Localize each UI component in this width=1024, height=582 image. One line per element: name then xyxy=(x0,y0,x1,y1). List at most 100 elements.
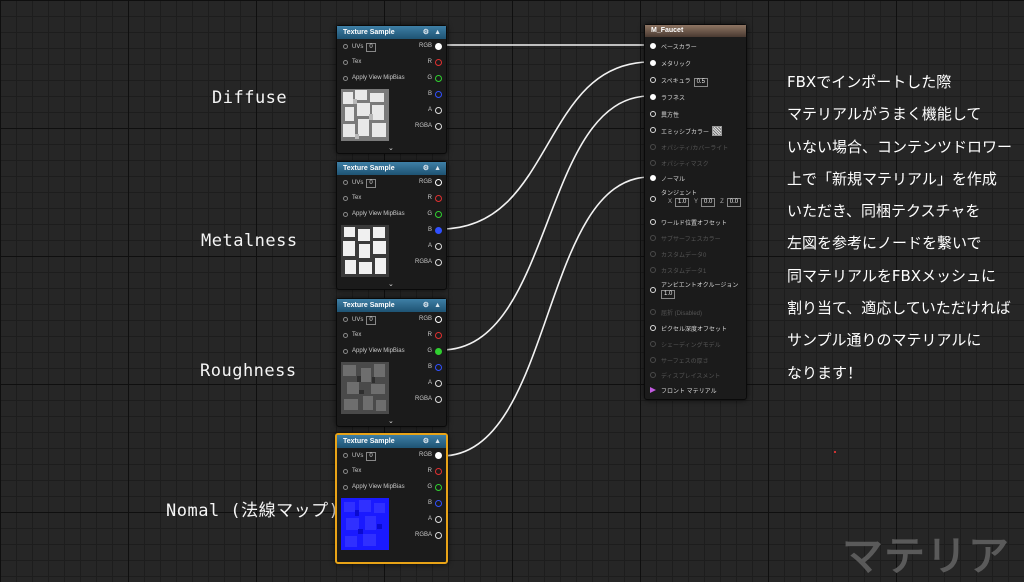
collapse-arrow-icon[interactable]: ▲ xyxy=(434,435,441,448)
mipbias-input-pin[interactable] xyxy=(343,212,348,217)
tangent-pin[interactable] xyxy=(650,196,656,202)
b-output-pin[interactable] xyxy=(435,227,442,234)
rgba-output-pin[interactable] xyxy=(435,259,442,266)
node-header[interactable]: Texture Sample ⚙ ▲ xyxy=(337,162,446,175)
collapse-arrow-icon[interactable]: ▲ xyxy=(434,26,441,39)
note-line: サンプル通りのマテリアルに xyxy=(787,324,1012,356)
mipbias-input-pin[interactable] xyxy=(343,349,348,354)
texture-sample-node-normal[interactable]: Texture Sample ⚙ ▲ UVs0 RGB Tex R Apply … xyxy=(335,433,448,564)
specular-value-field[interactable]: 0.5 xyxy=(694,78,708,87)
collapse-arrow-icon[interactable]: ▲ xyxy=(434,299,441,312)
rgba-output-pin[interactable] xyxy=(435,532,442,539)
emissive-color-pin[interactable] xyxy=(650,127,656,133)
world-position-offset-pin[interactable] xyxy=(650,219,656,225)
input-specular[interactable]: スペキュラ0.5 xyxy=(645,73,746,87)
tex-input-pin[interactable] xyxy=(343,60,348,65)
input-front-material[interactable]: フロント マテリアル xyxy=(645,383,746,397)
g-output-pin[interactable] xyxy=(435,348,442,355)
input-ambient-occlusion[interactable]: アンビエントオクルージョン 1.0 xyxy=(645,279,746,303)
a-output-pin[interactable] xyxy=(435,243,442,250)
uvs-input-pin[interactable] xyxy=(343,180,348,185)
rgb-output-pin[interactable] xyxy=(435,452,442,459)
rgb-output-pin[interactable] xyxy=(435,179,442,186)
gear-icon[interactable]: ⚙ xyxy=(423,26,429,39)
metallic-pin[interactable] xyxy=(650,60,656,66)
r-output-label: R xyxy=(428,468,432,474)
b-output-pin[interactable] xyxy=(435,364,442,371)
tex-input-pin[interactable] xyxy=(343,333,348,338)
material-node-header[interactable]: M_Faucet xyxy=(645,25,746,37)
texture-sample-node-roughness[interactable]: Texture Sample ⚙ ▲ UVs0 RGB Tex R Apply … xyxy=(336,298,447,427)
rgb-output-pin[interactable] xyxy=(435,316,442,323)
anisotropy-pin[interactable] xyxy=(650,111,656,117)
input-anisotropy[interactable]: 異方性 xyxy=(645,107,746,121)
r-output-pin[interactable] xyxy=(435,332,442,339)
r-output-pin[interactable] xyxy=(435,59,442,66)
a-output-pin[interactable] xyxy=(435,516,442,523)
node-header[interactable]: Texture Sample ⚙ ▲ xyxy=(337,299,446,312)
texture-sample-node-diffuse[interactable]: Texture Sample ⚙ ▲ UVs0 RGB Tex R Apply … xyxy=(336,25,447,154)
shading-model-label: シェーディングモデル xyxy=(661,340,721,349)
color-swatch-icon[interactable] xyxy=(712,126,722,136)
b-output-pin[interactable] xyxy=(435,500,442,507)
normal-pin[interactable] xyxy=(650,175,656,181)
r-output-pin[interactable] xyxy=(435,468,442,475)
specular-pin[interactable] xyxy=(650,77,656,83)
surface-thickness-pin xyxy=(650,357,656,363)
b-output-pin[interactable] xyxy=(435,91,442,98)
tex-input-pin[interactable] xyxy=(343,196,348,201)
pixel-depth-offset-pin[interactable] xyxy=(650,325,656,331)
chevron-down-icon[interactable]: ⌄ xyxy=(388,280,394,288)
ambient-occlusion-value-field[interactable]: 1.0 xyxy=(661,290,675,299)
a-output-pin[interactable] xyxy=(435,380,442,387)
input-pixel-depth-offset[interactable]: ピクセル深度オフセット xyxy=(645,321,746,335)
g-output-pin[interactable] xyxy=(435,484,442,491)
g-output-pin[interactable] xyxy=(435,211,442,218)
input-base-color[interactable]: ベースカラー xyxy=(645,39,746,53)
a-output-label: A xyxy=(428,243,432,249)
mipbias-input-pin[interactable] xyxy=(343,485,348,490)
uvs-label: UVs xyxy=(352,180,363,186)
gear-icon[interactable]: ⚙ xyxy=(423,435,429,448)
front-material-pin[interactable] xyxy=(650,387,656,393)
uvs-input-pin[interactable] xyxy=(343,317,348,322)
uvs-value-field[interactable]: 0 xyxy=(366,452,375,461)
ambient-occlusion-pin[interactable] xyxy=(650,287,656,293)
node-header[interactable]: Texture Sample ⚙ ▲ xyxy=(337,26,446,39)
uvs-input-pin[interactable] xyxy=(343,44,348,49)
node-title: Texture Sample xyxy=(343,438,395,445)
input-roughness[interactable]: ラフネス xyxy=(645,90,746,104)
input-tangent[interactable]: タンジェント X1.0 Y0.0 Z0.0 xyxy=(645,187,746,211)
roughness-pin[interactable] xyxy=(650,94,656,100)
material-node-m-faucet[interactable]: M_Faucet ベースカラー メタリック スペキュラ0.5 ラフネス 異方性 … xyxy=(644,24,747,400)
base-color-pin[interactable] xyxy=(650,43,656,49)
material-node-title: M_Faucet xyxy=(651,27,683,34)
tangent-z-field[interactable]: 0.0 xyxy=(727,198,741,207)
uvs-value-field[interactable]: 0 xyxy=(366,316,375,325)
gear-icon[interactable]: ⚙ xyxy=(423,162,429,175)
input-metallic[interactable]: メタリック xyxy=(645,56,746,70)
gear-icon[interactable]: ⚙ xyxy=(423,299,429,312)
texture-sample-node-metalness[interactable]: Texture Sample ⚙ ▲ UVs0 RGB Tex R Apply … xyxy=(336,161,447,290)
rgba-output-pin[interactable] xyxy=(435,396,442,403)
tex-input-pin[interactable] xyxy=(343,469,348,474)
tangent-x-field[interactable]: 1.0 xyxy=(675,198,689,207)
uvs-input-pin[interactable] xyxy=(343,453,348,458)
g-output-pin[interactable] xyxy=(435,75,442,82)
chevron-down-icon[interactable]: ⌄ xyxy=(388,144,394,152)
r-output-pin[interactable] xyxy=(435,195,442,202)
collapse-arrow-icon[interactable]: ▲ xyxy=(434,162,441,175)
rgba-output-label: RGBA xyxy=(415,259,432,265)
node-header[interactable]: Texture Sample ⚙ ▲ xyxy=(337,435,446,448)
chevron-down-icon[interactable]: ⌄ xyxy=(388,417,394,425)
input-emissive-color[interactable]: エミッシブカラー xyxy=(645,123,746,137)
tangent-y-field[interactable]: 0.0 xyxy=(701,198,715,207)
uvs-value-field[interactable]: 0 xyxy=(366,179,375,188)
input-normal[interactable]: ノーマル xyxy=(645,171,746,185)
mipbias-input-pin[interactable] xyxy=(343,76,348,81)
a-output-pin[interactable] xyxy=(435,107,442,114)
uvs-value-field[interactable]: 0 xyxy=(366,43,375,52)
input-world-position-offset[interactable]: ワールド位置オフセット xyxy=(645,215,746,229)
rgb-output-pin[interactable] xyxy=(435,43,442,50)
rgba-output-pin[interactable] xyxy=(435,123,442,130)
